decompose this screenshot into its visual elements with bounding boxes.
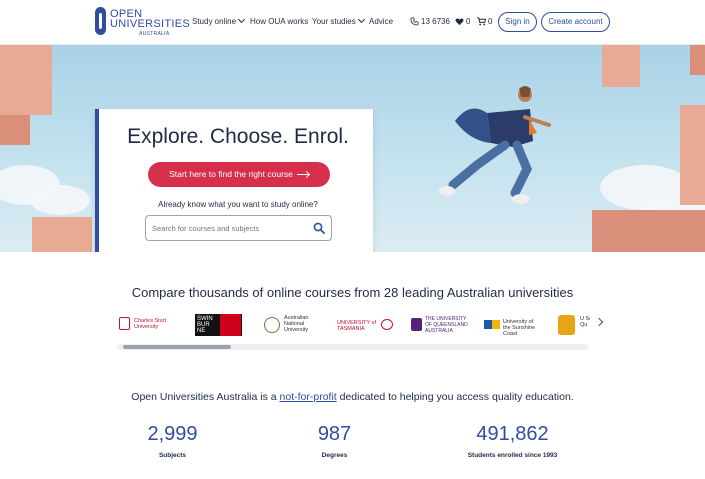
course-search-input[interactable] — [146, 216, 306, 240]
crest-icon — [119, 317, 130, 330]
crest-icon — [558, 315, 575, 335]
favourites-link[interactable]: 0 — [455, 17, 470, 26]
stat-degrees-value: 987 — [317, 423, 352, 445]
search-icon[interactable] — [313, 222, 325, 234]
university-name: U Sc Qu — [580, 316, 590, 328]
logo-line2: UNIVERSITIES — [110, 18, 191, 30]
nav-study-online[interactable]: Study online — [192, 15, 246, 26]
university-name: THE UNIVERSITY OF QUEENSLAND AUSTRALIA — [425, 316, 468, 334]
nav-label: Advice — [369, 17, 394, 26]
chevron-right-icon[interactable] — [594, 317, 604, 327]
brick-decoration — [592, 210, 705, 252]
nav-your-studies[interactable]: Your studies — [312, 15, 365, 26]
cart-link[interactable]: 0 — [477, 17, 492, 26]
favourites-count: 0 — [466, 17, 471, 26]
university-logo-charles-sturt[interactable]: Charles Sturt University — [119, 314, 179, 336]
nav-label: How OUA works — [250, 17, 309, 26]
create-account-button[interactable]: Create account — [541, 12, 610, 32]
logo-mark-icon — [95, 7, 106, 35]
already-know-text: Already know what you want to study onli… — [158, 200, 318, 209]
university-name: Charles Sturt University — [134, 318, 167, 330]
nav-label: Your studies — [312, 17, 356, 26]
brick-decoration — [0, 45, 52, 115]
cart-count: 0 — [488, 17, 493, 26]
university-name: SWIN BUR NE — [197, 316, 213, 334]
hero-search-card: Explore. Choose. Enrol. Start here to fi… — [95, 109, 373, 252]
scrollbar-thumb[interactable] — [123, 345, 231, 349]
brick-decoration — [32, 217, 92, 252]
university-name: Australian National University — [284, 315, 309, 333]
arrow-right-icon — [296, 174, 309, 176]
university-name: University of the Sunshine Coast — [503, 319, 536, 337]
logo-sub: AUSTRALIA — [139, 31, 170, 37]
phone-number: 13 6736 — [421, 17, 450, 26]
university-logo-carousel: Charles Sturt University SWIN BUR NE Aus… — [115, 310, 590, 340]
intro-text: Open Universities Australia is a not-for… — [0, 391, 705, 403]
swinburne-red-block — [220, 314, 241, 336]
hero-person-illustration — [439, 86, 551, 204]
crest-icon — [484, 320, 500, 329]
crest-icon — [411, 318, 422, 331]
nav-how-oua-works[interactable]: How OUA works — [250, 17, 308, 26]
chevron-down-icon — [357, 15, 365, 24]
nav-advice[interactable]: Advice — [369, 17, 393, 26]
nav-label: Study online — [192, 17, 237, 26]
stat-degrees-label: Degrees — [321, 452, 348, 459]
phone-icon — [410, 17, 419, 26]
brick-decoration — [680, 105, 705, 205]
crest-icon — [264, 317, 280, 333]
stat-subjects-label: Subjects — [158, 452, 187, 459]
brick-decoration — [602, 45, 640, 87]
find-course-button[interactable]: Start here to find the right course — [148, 162, 330, 187]
sign-in-button[interactable]: Sign in — [498, 12, 537, 32]
stat-students-label: Students enrolled since 1993 — [467, 452, 558, 459]
oua-logo[interactable]: OPEN UNIVERSITIES AUSTRALIA — [95, 7, 190, 37]
phone-link[interactable]: 13 6736 — [410, 17, 450, 26]
intro-after: dedicated to helping you access quality … — [336, 391, 574, 403]
carousel-scrollbar[interactable] — [117, 344, 589, 350]
intro-before: Open Universities Australia is a — [131, 391, 280, 403]
course-search-box — [145, 215, 332, 241]
not-for-profit-link[interactable]: not-for-profit — [280, 391, 337, 403]
crest-icon — [381, 319, 393, 330]
brick-decoration — [0, 115, 30, 145]
compare-heading: Compare thousands of online courses from… — [131, 285, 574, 300]
stat-subjects-value: 2,999 — [147, 423, 198, 445]
find-course-label: Start here to find the right course — [169, 169, 293, 179]
site-header: OPEN UNIVERSITIES AUSTRALIA Study online… — [0, 0, 705, 45]
brick-decoration — [690, 45, 705, 75]
chevron-down-icon — [237, 15, 246, 24]
stat-students-value: 491,862 — [476, 423, 549, 445]
cloud-decoration — [30, 185, 90, 215]
university-logo-tasmania[interactable]: UNIVERSITY of TASMANIA — [337, 314, 395, 336]
university-name: UNIVERSITY of TASMANIA — [337, 320, 377, 332]
university-logo-sunshine-coast[interactable]: University of the Sunshine Coast — [484, 314, 542, 337]
university-logo-queensland[interactable]: THE UNIVERSITY OF QUEENSLAND AUSTRALIA — [411, 314, 469, 336]
hero-banner: Explore. Choose. Enrol. Start here to fi… — [0, 45, 705, 252]
university-logo-swinburne[interactable]: SWIN BUR NE — [195, 314, 242, 336]
cart-icon — [477, 17, 487, 26]
hero-title: Explore. Choose. Enrol. — [127, 125, 349, 148]
university-logo-southern-queensland[interactable]: U Sc Qu — [558, 314, 590, 336]
university-logo-anu[interactable]: Australian National University — [264, 314, 324, 336]
heart-icon — [455, 18, 464, 26]
